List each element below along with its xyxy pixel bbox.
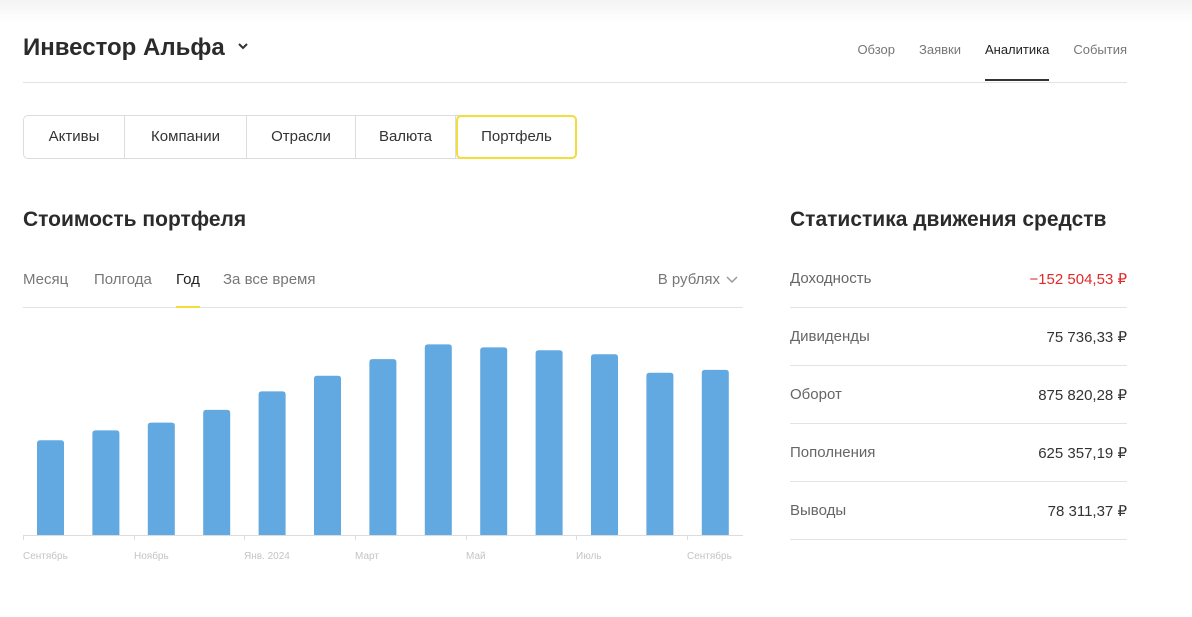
portfolio-bar-chart: Сентябрь Ноябрь Янв. 2024 Март Май Июль Сентяб… bbox=[23, 344, 743, 562]
period-month[interactable]: Месяц bbox=[23, 271, 68, 288]
stat-label: Оборот bbox=[790, 386, 842, 403]
period-half-year[interactable]: Полгода bbox=[94, 271, 152, 288]
chart-bar[interactable] bbox=[480, 347, 508, 535]
x-tick-label: Янв. 2024 bbox=[244, 551, 290, 562]
account-title[interactable]: Инвестор Альфа bbox=[23, 34, 225, 62]
chevron-down-icon[interactable] bbox=[237, 40, 249, 52]
chart-bar[interactable] bbox=[203, 409, 231, 535]
tab-currency[interactable]: Валюта bbox=[356, 116, 456, 158]
chart-bar[interactable] bbox=[424, 344, 452, 535]
period-year[interactable]: Год bbox=[176, 271, 200, 308]
nav-analytics[interactable]: Аналитика bbox=[984, 30, 1050, 82]
stat-value: 78 311,37 ₽ bbox=[1047, 503, 1127, 520]
stat-row-turnover: Оборот 875 820,28 ₽ bbox=[790, 366, 1127, 424]
chart-bar[interactable] bbox=[591, 354, 618, 535]
chart-bar[interactable] bbox=[535, 350, 563, 535]
currency-label: В рублях bbox=[657, 271, 720, 288]
x-tick-label: Сентябрь bbox=[687, 550, 732, 562]
chart-bar[interactable] bbox=[701, 369, 729, 535]
x-tick-label: Май bbox=[466, 551, 486, 562]
chart-bar[interactable] bbox=[147, 422, 175, 535]
currency-dropdown[interactable]: В рублях bbox=[658, 271, 738, 288]
stat-label: Выводы bbox=[790, 502, 847, 519]
period-selector: Месяц Полгода Год За все время В рублях bbox=[23, 262, 743, 308]
chart-bar[interactable] bbox=[37, 440, 64, 535]
stat-row-dividends: Дивиденды 75 736,33 ₽ bbox=[790, 308, 1127, 366]
chart-bar[interactable] bbox=[258, 391, 286, 535]
tab-assets[interactable]: Активы bbox=[24, 116, 125, 158]
stat-value: 625 357,19 ₽ bbox=[1038, 445, 1127, 462]
cash-flow-heading: Статистика движения средств bbox=[790, 208, 1107, 231]
x-tick-label: Март bbox=[355, 551, 379, 562]
tab-industries[interactable]: Отрасли bbox=[247, 116, 356, 158]
stat-value: 875 820,28 ₽ bbox=[1038, 387, 1127, 404]
nav-orders[interactable]: Заявки bbox=[919, 30, 961, 82]
cash-flow-stats: Доходность −152 504,53 ₽ Дивиденды 75 73… bbox=[790, 250, 1127, 540]
stat-row-yield: Доходность −152 504,53 ₽ bbox=[790, 250, 1127, 308]
page-header: Инвестор Альфа Обзор Заявки Аналитика Со… bbox=[23, 30, 1127, 83]
x-tick-label: Ноябрь bbox=[134, 550, 169, 562]
stat-label: Дивиденды bbox=[790, 328, 870, 345]
analytics-tabs: Активы Компании Отрасли Валюта Портфель bbox=[23, 115, 577, 159]
stat-label: Пополнения bbox=[790, 444, 876, 461]
x-tick-label: Сентябрь bbox=[23, 550, 68, 562]
chevron-down-icon bbox=[726, 276, 738, 284]
stat-row-deposits: Пополнения 625 357,19 ₽ bbox=[790, 424, 1127, 482]
x-tick-label: Июль bbox=[576, 551, 602, 562]
stat-value: 75 736,33 ₽ bbox=[1046, 329, 1127, 346]
chart-bar[interactable] bbox=[314, 375, 341, 535]
stat-value: −152 504,53 ₽ bbox=[1029, 271, 1127, 288]
chart-bar[interactable] bbox=[92, 430, 120, 535]
tab-companies[interactable]: Компании bbox=[125, 116, 247, 158]
chart-bar[interactable] bbox=[369, 359, 397, 535]
top-shadow bbox=[0, 0, 1192, 22]
tab-portfolio[interactable]: Портфель bbox=[456, 115, 577, 159]
top-navigation: Обзор Заявки Аналитика События bbox=[833, 30, 1127, 82]
stat-row-withdrawals: Выводы 78 311,37 ₽ bbox=[790, 482, 1127, 540]
nav-events[interactable]: События bbox=[1073, 30, 1127, 82]
stat-label: Доходность bbox=[790, 270, 872, 287]
portfolio-value-heading: Стоимость портфеля bbox=[23, 208, 247, 231]
nav-overview[interactable]: Обзор bbox=[857, 30, 895, 82]
period-all-time[interactable]: За все время bbox=[223, 271, 315, 288]
chart-bar[interactable] bbox=[646, 372, 674, 535]
